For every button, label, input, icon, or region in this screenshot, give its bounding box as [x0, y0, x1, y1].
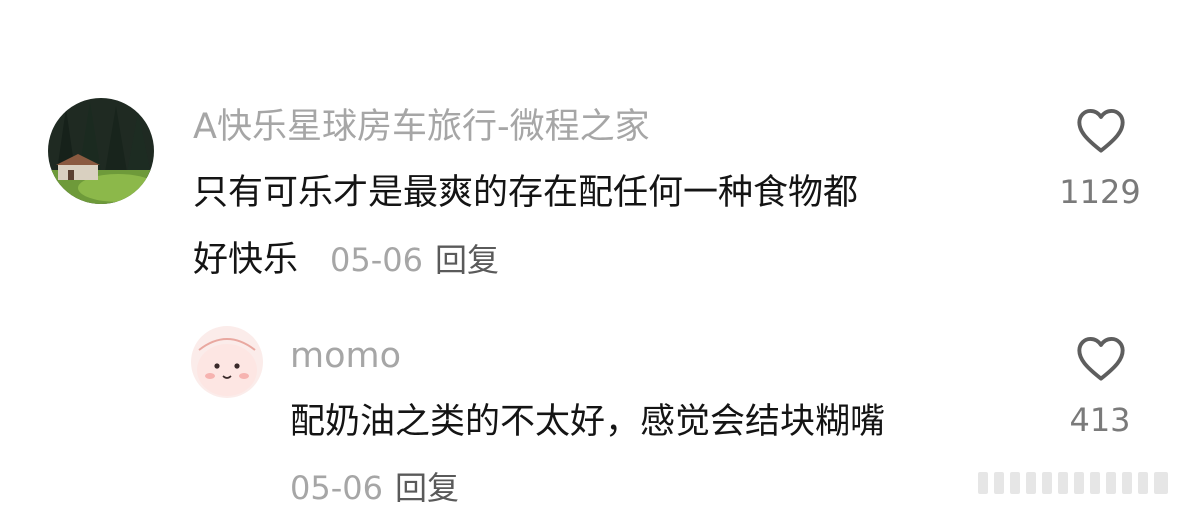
comment-meta: 05-06 回复: [330, 240, 499, 280]
comment-text-line: 只有可乐才是最爽的存在配任何一种食物都: [193, 173, 859, 213]
reply-button[interactable]: 回复: [395, 469, 459, 507]
reply-date: 05-06: [290, 469, 383, 507]
comment-username[interactable]: A快乐星球房车旅行-微程之家: [193, 107, 650, 147]
forest-cabin-avatar-image: [48, 98, 154, 204]
comment-text-line: 好快乐: [193, 240, 299, 280]
cute-character-avatar-image: [191, 326, 263, 398]
reply-meta: 05-06 回复: [290, 468, 459, 508]
user-avatar[interactable]: [191, 326, 263, 398]
user-avatar[interactable]: [48, 98, 154, 204]
heart-outline-icon[interactable]: [1075, 106, 1127, 154]
comment-date: 05-06: [330, 241, 423, 279]
reply-username[interactable]: momo: [290, 336, 401, 376]
reply-text-line: 配奶油之类的不太好，感觉会结块糊嘴: [290, 402, 886, 442]
watermark-graphic: [978, 472, 1168, 494]
like-count: 1129: [1059, 173, 1141, 211]
reply-button[interactable]: 回复: [435, 241, 499, 279]
comment-list: A快乐星球房车旅行-微程之家 只有可乐才是最爽的存在配任何一种食物都 好快乐 0…: [0, 0, 1179, 510]
like-count: 413: [1069, 401, 1131, 439]
heart-outline-icon[interactable]: [1075, 334, 1127, 382]
